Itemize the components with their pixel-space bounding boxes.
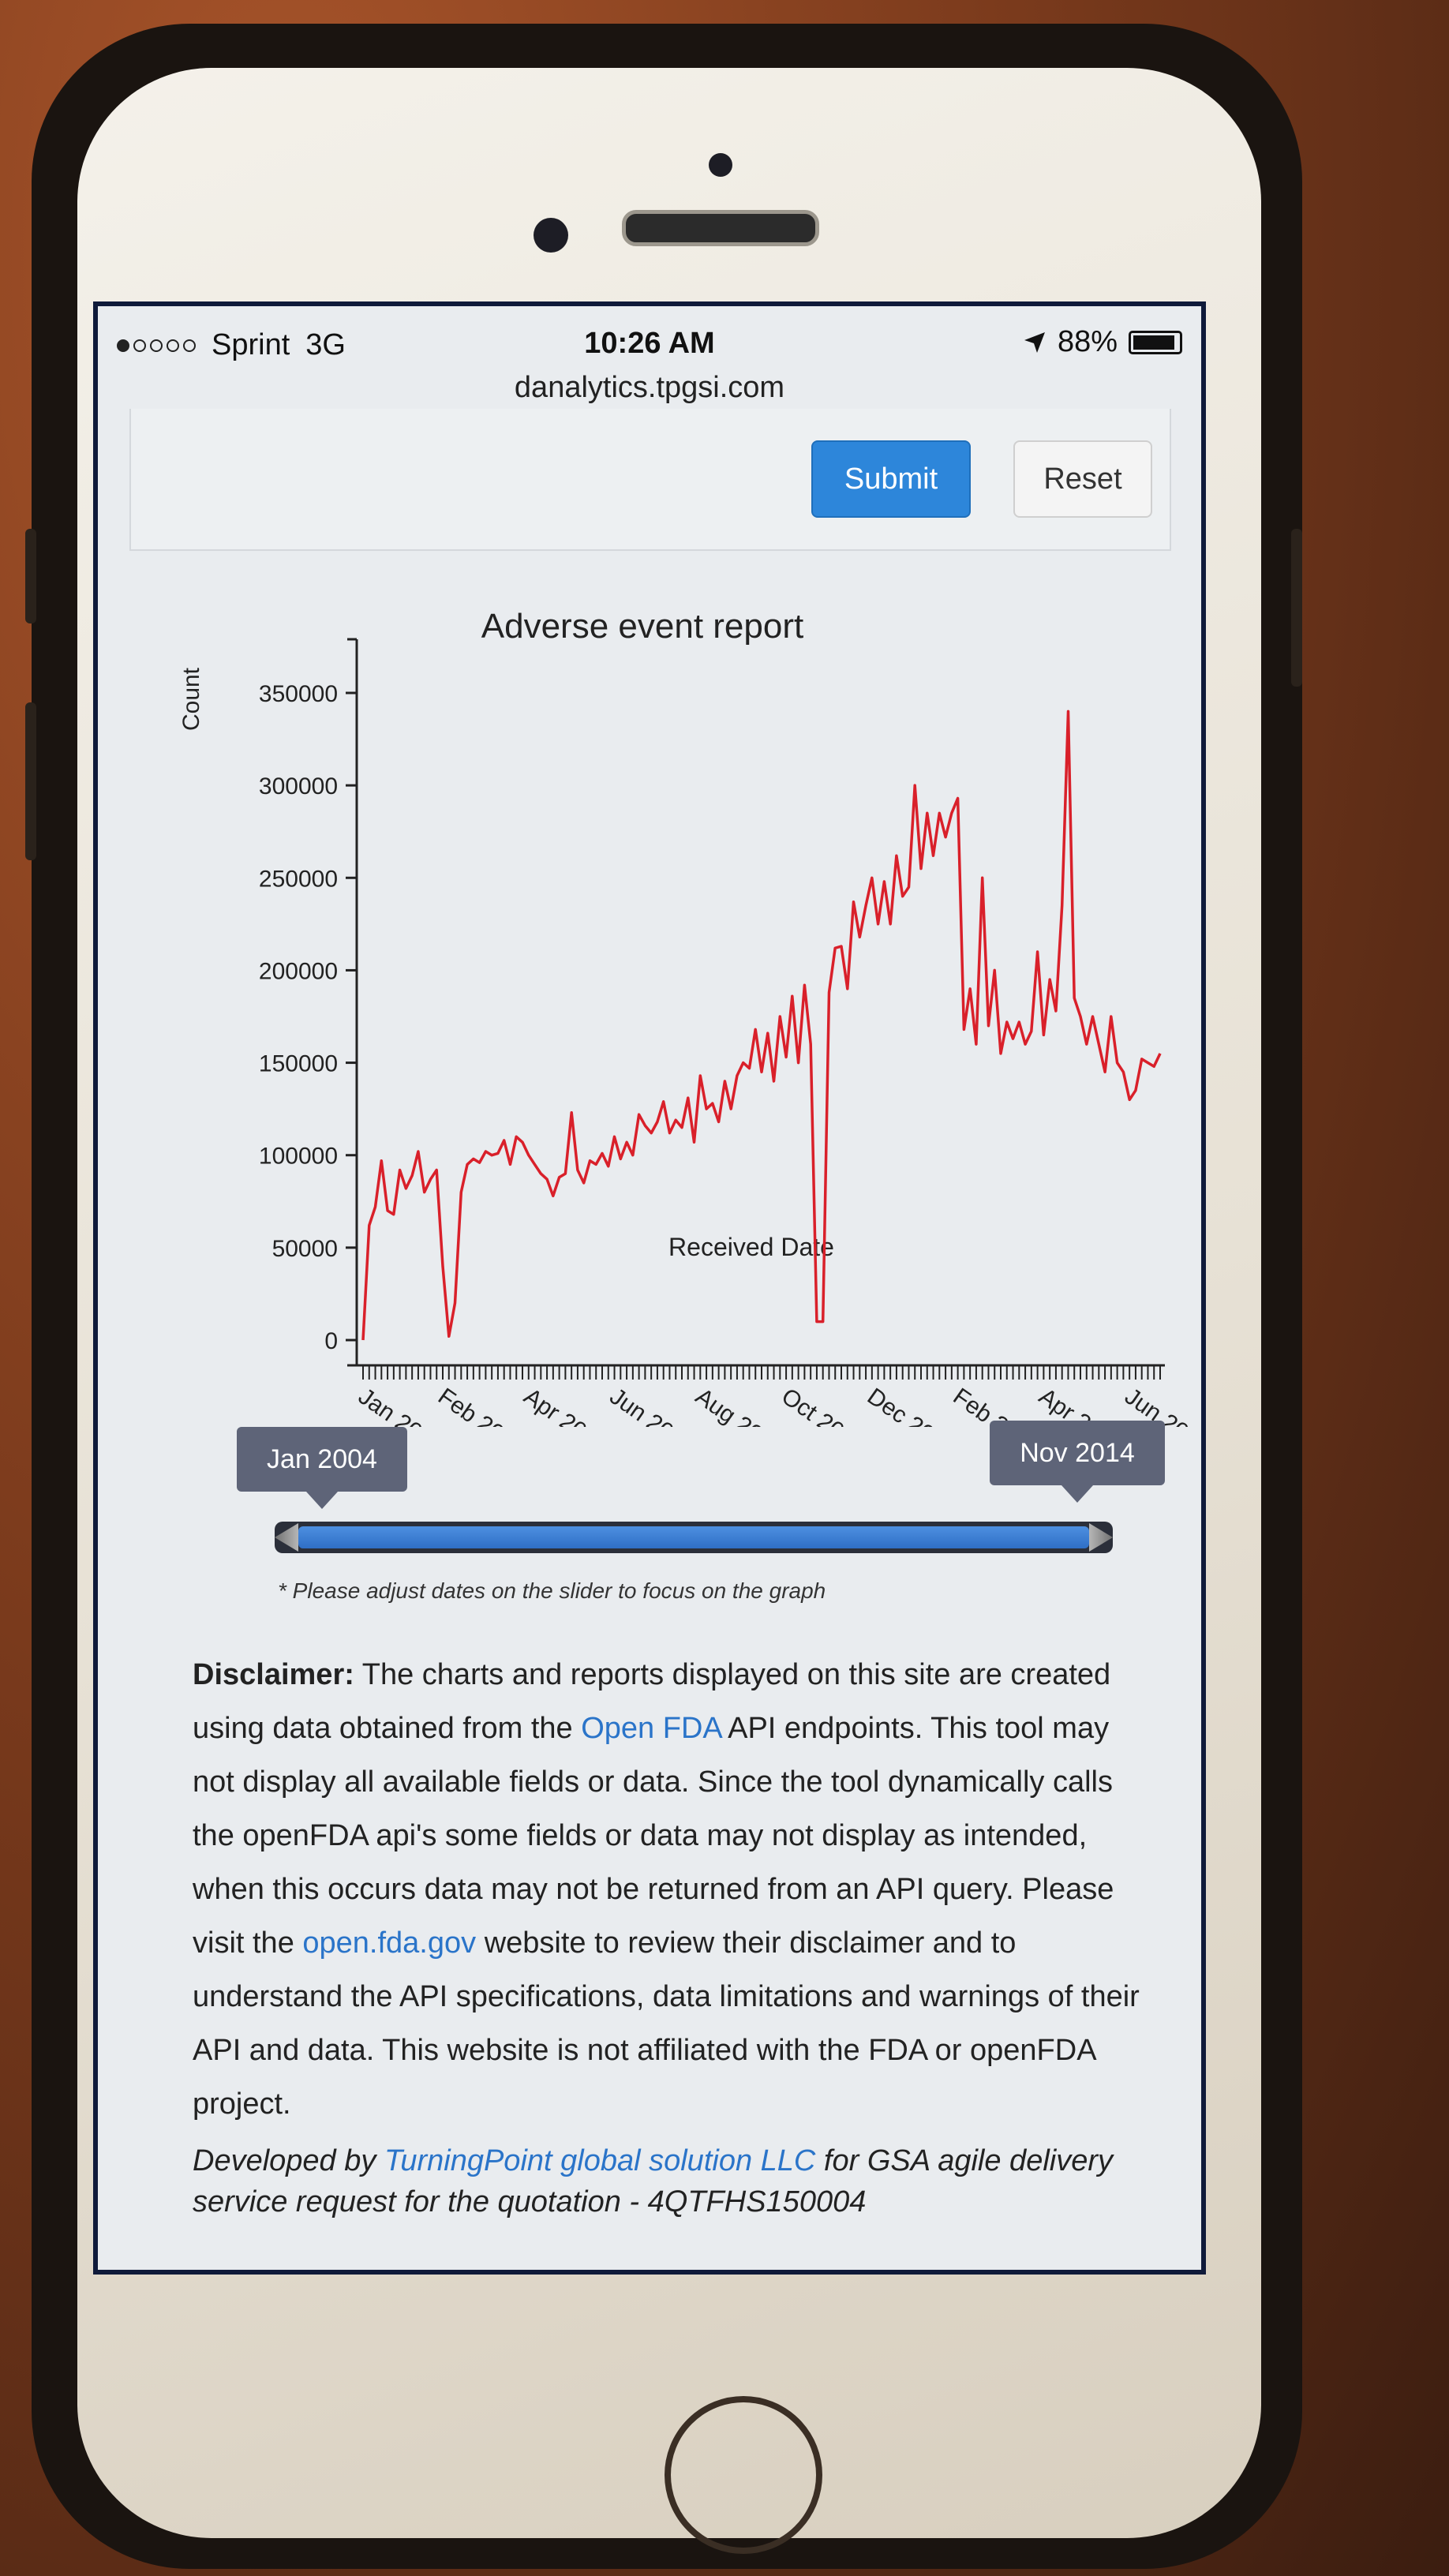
slider-track[interactable] (275, 1522, 1113, 1553)
adverse-event-chart: Adverse event report Count Received Date… (178, 607, 1201, 1427)
disclaimer-text-2: API endpoints. This tool may not display… (193, 1712, 1114, 1960)
date-range-slider: Jan 2004 Nov 2014 * Please adjust dates … (98, 1421, 1201, 1616)
open-fda-gov-link[interactable]: open.fda.gov (302, 1926, 476, 1960)
power-button (1291, 529, 1302, 687)
x-tick-label: Jun 2007 (605, 1383, 700, 1427)
battery-icon (1129, 330, 1182, 354)
developer-prefix: Developed by (193, 2144, 384, 2177)
y-tick-label: 250000 (259, 866, 338, 892)
submit-button[interactable]: Submit (811, 440, 971, 518)
phone-screen: Sprint 3G 10:26 AM 88% danalytics.tpgsi.… (93, 301, 1206, 2275)
slider-start-handle[interactable] (275, 1523, 298, 1552)
developer-credit: Developed by TurningPoint global solutio… (193, 2140, 1140, 2222)
start-date-tooltip: Jan 2004 (237, 1427, 407, 1509)
slider-end-handle[interactable] (1089, 1523, 1113, 1552)
battery-percent: 88% (1057, 325, 1118, 358)
turningpoint-link[interactable]: TurningPoint global solution LLC (384, 2144, 815, 2177)
y-tick-label: 200000 (259, 958, 338, 984)
y-tick-label: 100000 (259, 1144, 338, 1170)
y-tick-label: 150000 (259, 1051, 338, 1077)
chart-title: Adverse event report (481, 607, 803, 646)
location-arrow-icon (1024, 331, 1045, 353)
volume-up-button (25, 702, 36, 860)
x-tick-label: Feb 2005 (433, 1383, 530, 1427)
y-tick-label: 300000 (259, 773, 338, 799)
x-axis-ticks: Jan 2004Feb 2005Apr 2006Jun 2007Aug 2008… (354, 1365, 1201, 1427)
disclaimer-section: Disclaimer: The charts and reports displ… (193, 1648, 1140, 2222)
proximity-sensor (709, 153, 732, 177)
filter-form-panel: Submit Reset (129, 409, 1171, 551)
home-button[interactable] (665, 2396, 822, 2554)
slider-hint: * Please adjust dates on the slider to f… (278, 1578, 826, 1603)
x-tick-label: Apr 2006 (519, 1383, 613, 1427)
x-tick-label: Oct 2009 (777, 1383, 871, 1427)
y-axis-ticks: 0 50000 100000 150000 200000 250000 300000 3500… (259, 681, 357, 1354)
x-axis-label: Received Date (668, 1233, 834, 1261)
x-tick-label: Dec 2010 (863, 1383, 960, 1427)
slider-range-fill (298, 1526, 1089, 1548)
disclaimer-heading: Disclaimer: (193, 1658, 354, 1691)
mute-switch (25, 529, 36, 623)
address-bar[interactable]: danalytics.tpgsi.com (98, 371, 1201, 405)
y-tick-label: 50000 (272, 1236, 338, 1262)
y-axis-label: Count (178, 667, 204, 731)
end-date-tooltip: Nov 2014 (990, 1421, 1165, 1503)
disclaimer-paragraph: Disclaimer: The charts and reports displ… (193, 1648, 1140, 2131)
x-tick-label: Aug 2008 (691, 1383, 788, 1427)
y-tick-label: 0 (324, 1328, 338, 1354)
earpiece-speaker (622, 210, 819, 246)
status-right: 88% (1023, 325, 1182, 359)
status-bar: Sprint 3G 10:26 AM 88% (98, 306, 1201, 361)
reset-button[interactable]: Reset (1013, 440, 1152, 518)
front-camera (534, 218, 568, 253)
open-fda-link[interactable]: Open FDA (581, 1712, 721, 1745)
y-tick-label: 350000 (259, 681, 338, 707)
